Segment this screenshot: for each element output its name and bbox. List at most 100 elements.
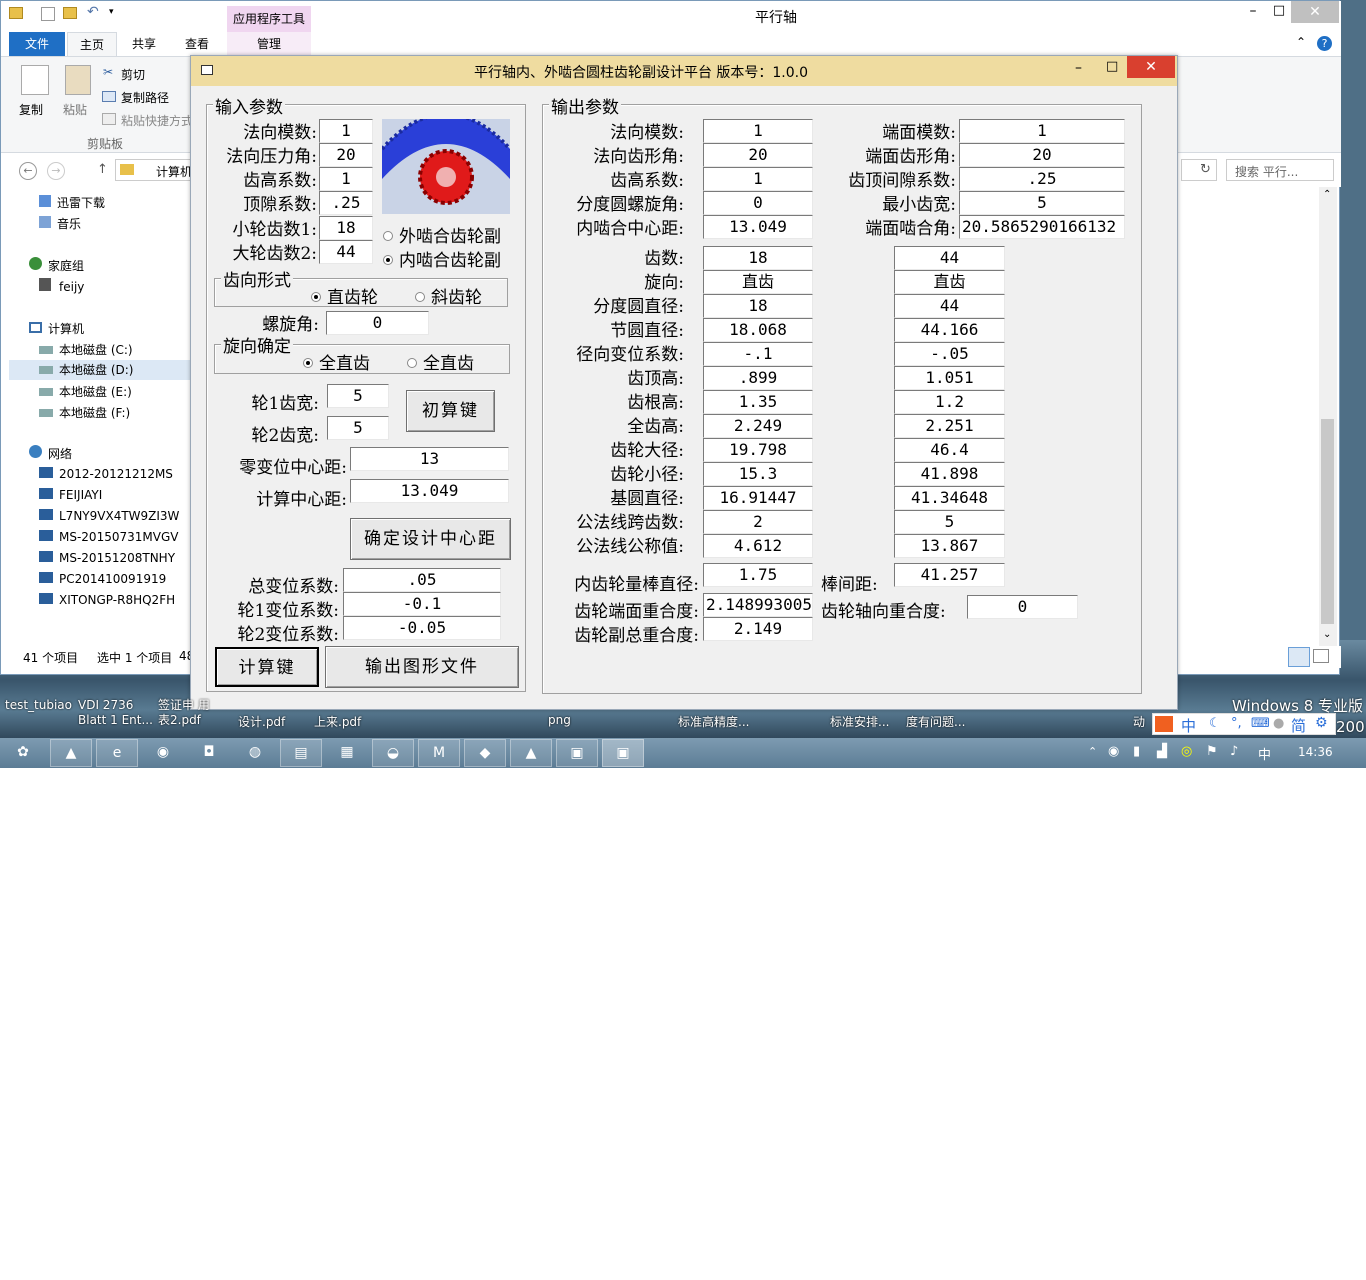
dialog-close-icon[interactable]: ✕ xyxy=(1127,56,1175,78)
hand-radio-2[interactable]: 全直齿 xyxy=(407,349,474,374)
taskbar-app-icon[interactable]: M xyxy=(418,739,460,767)
pressure-angle-input[interactable]: 20 xyxy=(319,143,373,167)
new-folder-icon[interactable] xyxy=(63,7,77,19)
minimize-icon[interactable]: – xyxy=(1241,3,1265,19)
shift1-input[interactable]: -0.1 xyxy=(343,592,501,616)
dialog-minimize-icon[interactable]: – xyxy=(1075,60,1082,76)
close-icon[interactable]: ✕ xyxy=(1291,1,1339,23)
ime-keyboard-icon[interactable]: ⌨ xyxy=(1251,716,1270,731)
taskbar-app-icon[interactable]: ◘ xyxy=(188,739,230,767)
width2-input[interactable]: 5 xyxy=(327,416,389,440)
undo-icon[interactable]: ↶ xyxy=(87,4,99,20)
helix-angle-input[interactable]: 0 xyxy=(326,311,429,335)
taskbar-explorer-icon[interactable]: ▤ xyxy=(280,739,322,767)
shift2-input[interactable]: -0.05 xyxy=(343,616,501,640)
forward-icon[interactable]: → xyxy=(47,162,65,180)
taskbar-qq-icon[interactable]: ◉ xyxy=(142,739,184,767)
desktop-icon-label[interactable]: test_tubiao xyxy=(5,698,72,712)
initial-calc-button[interactable]: 初算键 xyxy=(406,390,495,432)
nav-item-host[interactable]: PC201410091919 xyxy=(39,572,166,592)
cut-button[interactable]: 剪切 xyxy=(121,66,145,83)
tray-volume-icon[interactable]: ♪ xyxy=(1230,744,1238,759)
clock[interactable]: 14:36 xyxy=(1298,745,1333,759)
nav-item-host[interactable]: FEIJIAYI xyxy=(39,488,102,508)
copy-path-icon[interactable] xyxy=(102,91,116,102)
tray-qq-icon[interactable]: ◉ xyxy=(1108,744,1119,759)
z1-input[interactable]: 18 xyxy=(319,216,373,240)
large-icons-view-icon[interactable] xyxy=(1313,649,1329,663)
nav-item-homegroup[interactable]: 家庭组 xyxy=(29,257,84,277)
tab-home[interactable]: 主页 xyxy=(67,32,117,57)
calc-center-input[interactable]: 13.049 xyxy=(350,479,509,503)
nav-item-network[interactable]: 网络 xyxy=(29,445,72,465)
nav-item-user[interactable]: feijy xyxy=(39,278,84,298)
copy-button-label[interactable]: 复制 xyxy=(19,101,43,118)
nav-item-host[interactable]: MS-20150731MVGV xyxy=(39,530,178,550)
desktop-icon-label[interactable]: 签证申 用表2.pdf xyxy=(158,698,220,728)
help-icon[interactable]: ? xyxy=(1317,36,1332,51)
copy-icon[interactable] xyxy=(21,65,49,95)
taskbar-window-icon[interactable]: ▣ xyxy=(602,739,644,767)
taskbar-app-icon[interactable]: ◆ xyxy=(464,739,506,767)
desktop-icon-label[interactable]: 标准安排... xyxy=(830,713,889,730)
desktop-icon-label[interactable]: 动 xyxy=(1133,713,1145,730)
total-shift-input[interactable]: .05 xyxy=(343,568,501,592)
properties-icon[interactable] xyxy=(41,7,55,21)
desktop-icon-label[interactable]: 标准高精度... xyxy=(678,713,749,730)
calc-button[interactable]: 计算键 xyxy=(215,647,319,687)
tray-app-icon[interactable]: ◎ xyxy=(1181,744,1192,759)
copy-path-button[interactable]: 复制路径 xyxy=(121,89,169,106)
taskbar-wechat-icon[interactable]: ◒ xyxy=(372,739,414,767)
desktop-icon-label[interactable]: 设计.pdf xyxy=(238,713,285,730)
nav-item-host[interactable]: L7NY9VX4TW9ZI3W xyxy=(39,509,179,529)
ime-settings-icon[interactable]: ⚙ xyxy=(1315,715,1328,731)
desktop-icon-label[interactable]: png xyxy=(548,713,571,727)
taskbar-browser-icon[interactable]: e xyxy=(96,739,138,767)
nav-item-computer[interactable]: 计算机 xyxy=(29,320,84,340)
dialog-maximize-icon[interactable]: □ xyxy=(1106,59,1118,74)
scrollbar-thumb[interactable] xyxy=(1321,419,1334,624)
clearance-coef-input[interactable]: .25 xyxy=(319,191,373,215)
address-bar[interactable]: 计算机 xyxy=(115,159,195,181)
search-input[interactable]: 搜索 平行... xyxy=(1226,159,1334,181)
tray-expand-icon[interactable]: ⌃ xyxy=(1088,745,1097,758)
helical-radio[interactable]: 斜齿轮 xyxy=(415,283,482,308)
taskbar-calculator-icon[interactable]: ▦ xyxy=(326,739,368,767)
nav-item-drive[interactable]: 本地磁盘 (C:) xyxy=(39,341,133,361)
collapse-ribbon-icon[interactable]: ⌃ xyxy=(1296,35,1306,49)
paste-shortcut-button[interactable]: 粘贴快捷方式 xyxy=(121,112,191,129)
maximize-icon[interactable]: □ xyxy=(1269,3,1289,18)
cut-icon[interactable]: ✂ xyxy=(103,65,113,79)
desktop-icon-label[interactable]: 度有问题... xyxy=(906,713,965,730)
nav-item[interactable]: 迅雷下载 xyxy=(39,194,105,214)
normal-module-input[interactable]: 1 xyxy=(319,119,373,143)
nav-item-drive-selected[interactable]: 本地磁盘 (D:) xyxy=(9,360,191,380)
tray-ime[interactable]: 中 xyxy=(1258,744,1271,763)
taskbar-window-icon[interactable]: ▣ xyxy=(556,739,598,767)
tab-file[interactable]: 文件 xyxy=(9,32,65,56)
up-icon[interactable]: ↑ xyxy=(97,162,108,177)
nav-item-drive[interactable]: 本地磁盘 (F:) xyxy=(39,404,130,424)
tray-icon[interactable]: ▮ xyxy=(1133,744,1140,759)
desktop-icon-label[interactable]: 上来.pdf xyxy=(314,713,361,730)
width1-input[interactable]: 5 xyxy=(327,384,389,408)
taskbar-app-icon[interactable]: ▲ xyxy=(50,739,92,767)
quick-access-dropdown-icon[interactable]: ▾ xyxy=(109,7,114,17)
nav-item[interactable]: 音乐 xyxy=(39,215,81,235)
ime-toolbar[interactable]: 中 ☾ °, ⌨ ● 简 ⚙ xyxy=(1152,713,1336,735)
nav-item-host[interactable]: MS-20151208TNHY xyxy=(39,551,175,571)
ime-halfwidth-icon[interactable]: ☾ xyxy=(1209,716,1221,731)
nav-item-host[interactable]: 2012-20121212MS xyxy=(39,467,173,487)
hand-radio-1[interactable]: 全直齿 xyxy=(303,349,370,374)
paste-icon[interactable] xyxy=(65,65,91,95)
start-icon[interactable]: ✿ xyxy=(2,739,44,767)
addendum-coef-input[interactable]: 1 xyxy=(319,167,373,191)
scrollbar[interactable]: ⌃ ⌄ xyxy=(1319,187,1337,647)
spur-radio[interactable]: 直齿轮 xyxy=(311,283,378,308)
taskbar-app-icon[interactable]: ◍ xyxy=(234,739,276,767)
desktop-icon-label[interactable]: VDI 2736 Blatt 1 Ent... xyxy=(78,698,158,728)
tab-share[interactable]: 共享 xyxy=(121,32,167,56)
back-icon[interactable]: ← xyxy=(19,162,37,180)
export-button[interactable]: 输出图形文件 xyxy=(325,646,519,688)
details-view-icon[interactable] xyxy=(1288,647,1310,667)
